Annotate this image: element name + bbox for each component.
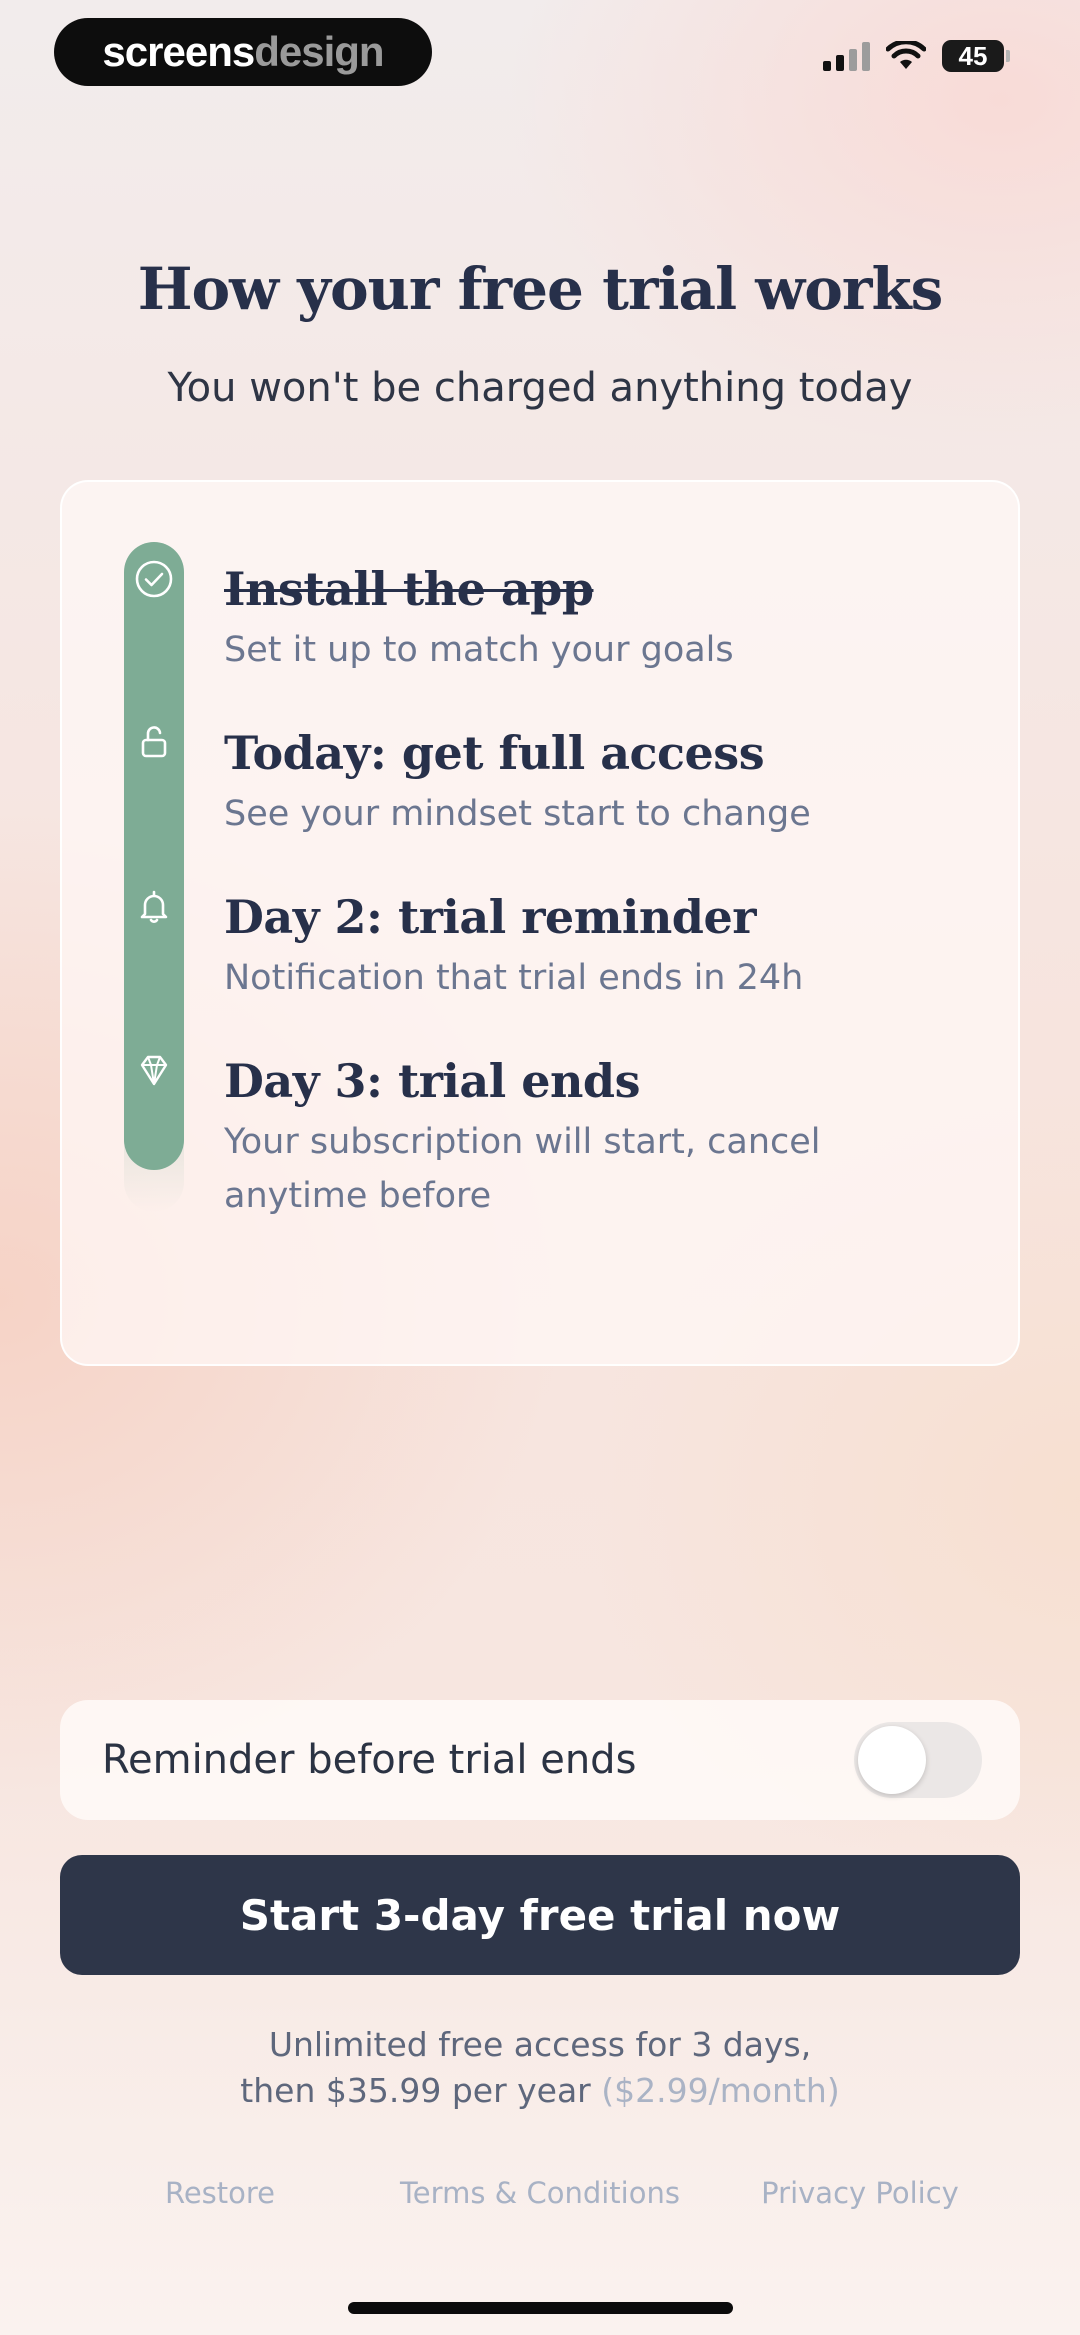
home-indicator[interactable] [348, 2302, 733, 2314]
page-title: How your free trial works [137, 255, 944, 323]
start-trial-button[interactable]: Start 3-day free trial now [60, 1855, 1020, 1975]
diamond-icon [134, 1050, 174, 1090]
timeline-step-install: Install the app Set it up to match your … [224, 559, 984, 677]
pricing-yearly: then $35.99 per year [240, 2071, 591, 2110]
unlock-icon [134, 722, 174, 762]
timeline-step-today: Today: get full access See your mindset … [224, 723, 984, 841]
restore-link[interactable]: Restore [165, 2176, 275, 2210]
brand-text-part1: screens [102, 28, 255, 75]
trial-timeline-card: Install the app Set it up to match your … [60, 480, 1020, 1366]
reminder-row: Reminder before trial ends [60, 1700, 1020, 1820]
pricing-line-2: then $35.99 per year ($2.99/month) [0, 2068, 1080, 2114]
battery-icon: 45 [942, 40, 1010, 72]
cellular-signal-icon [823, 41, 870, 71]
pricing-monthly: ($2.99/month) [601, 2071, 840, 2110]
timeline-step-day2: Day 2: trial reminder Notification that … [224, 887, 984, 1005]
status-icons: 45 [823, 40, 1010, 72]
bell-icon [134, 886, 174, 926]
pricing-info: Unlimited free access for 3 days, then $… [0, 2022, 1080, 2114]
battery-level: 45 [942, 40, 1004, 72]
timeline-step-day3: Day 3: trial ends Your subscription will… [224, 1051, 984, 1223]
step-title: Day 2: trial reminder [224, 890, 756, 944]
step-title: Day 3: trial ends [224, 1054, 640, 1108]
step-description: Your subscription will start, cancel any… [224, 1122, 821, 1216]
pricing-line-1: Unlimited free access for 3 days, [268, 2025, 812, 2064]
reminder-toggle[interactable] [854, 1722, 982, 1798]
toggle-knob [858, 1726, 926, 1794]
step-description: See your mindset start to change [224, 794, 811, 834]
step-description: Notification that trial ends in 24h [224, 958, 804, 998]
check-circle-icon [134, 559, 174, 599]
footer-links: Restore Terms & Conditions Privacy Polic… [0, 2176, 1080, 2216]
wifi-icon [886, 41, 926, 71]
page-subtitle: You won't be charged anything today [167, 365, 913, 411]
step-description: Set it up to match your goals [224, 630, 734, 670]
privacy-link[interactable]: Privacy Policy [761, 2176, 959, 2210]
step-title: Install the app [224, 562, 594, 616]
step-title: Today: get full access [224, 726, 765, 780]
brand-badge: screens design [54, 18, 432, 86]
reminder-label: Reminder before trial ends [102, 1737, 637, 1783]
brand-text-part2: design [254, 28, 384, 75]
terms-link[interactable]: Terms & Conditions [400, 2176, 680, 2210]
